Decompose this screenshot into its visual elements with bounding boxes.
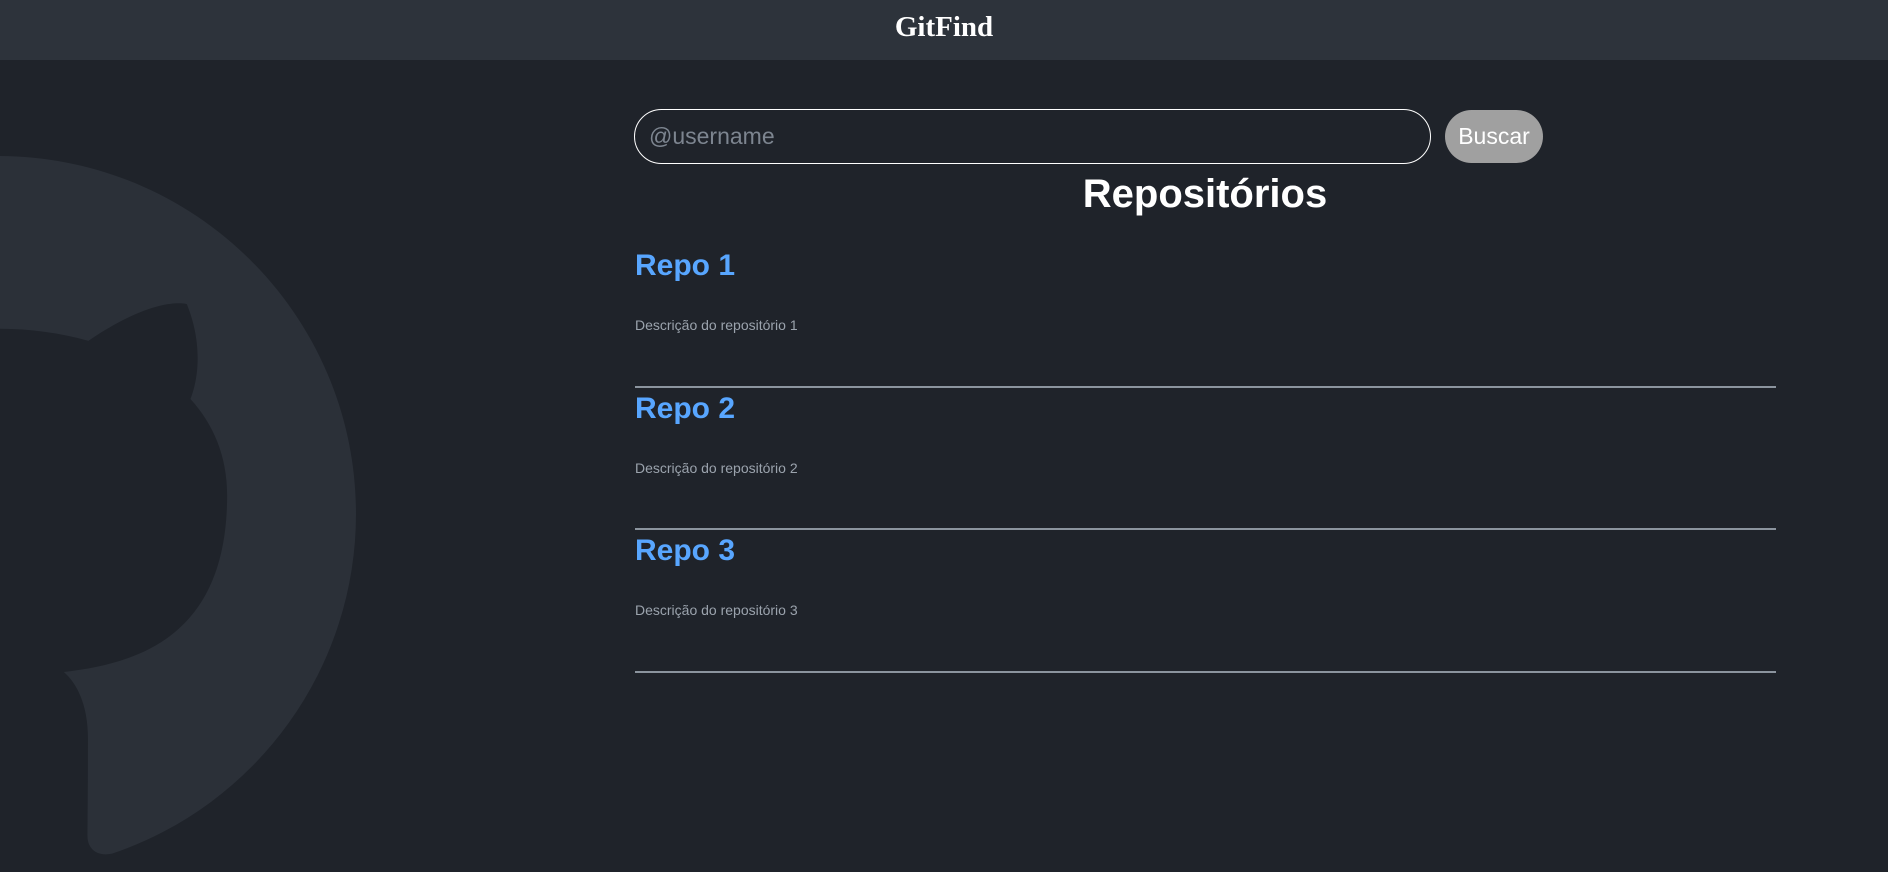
repository-name-link[interactable]: Repo 3 (635, 534, 735, 568)
github-octocat-icon (0, 156, 356, 855)
search-bar: Buscar (634, 109, 1543, 164)
repository-list: Repo 1 Descrição do repositório 1 Repo 2… (635, 245, 1776, 673)
repository-item: Repo 3 Descrição do repositório 3 (635, 530, 1776, 673)
app-title: GitFind (894, 10, 994, 43)
repository-description: Descrição do repositório 3 (635, 602, 798, 618)
search-button[interactable]: Buscar (1445, 110, 1543, 163)
repository-description: Descrição do repositório 2 (635, 459, 798, 476)
repository-item: Repo 1 Descrição do repositório 1 (635, 245, 1776, 388)
username-search-input[interactable] (634, 109, 1431, 164)
repository-name-link[interactable]: Repo 1 (635, 249, 735, 283)
app-header: GitFind (0, 0, 1888, 60)
repository-description: Descrição do repositório 1 (635, 317, 798, 333)
app-root: GitFind Buscar Repositórios Repo 1 Descr… (0, 0, 1888, 872)
repository-item: Repo 2 Descrição do repositório 2 (635, 388, 1776, 530)
repository-name-link[interactable]: Repo 2 (635, 392, 735, 426)
repositories-title: Repositórios (1082, 172, 1328, 216)
